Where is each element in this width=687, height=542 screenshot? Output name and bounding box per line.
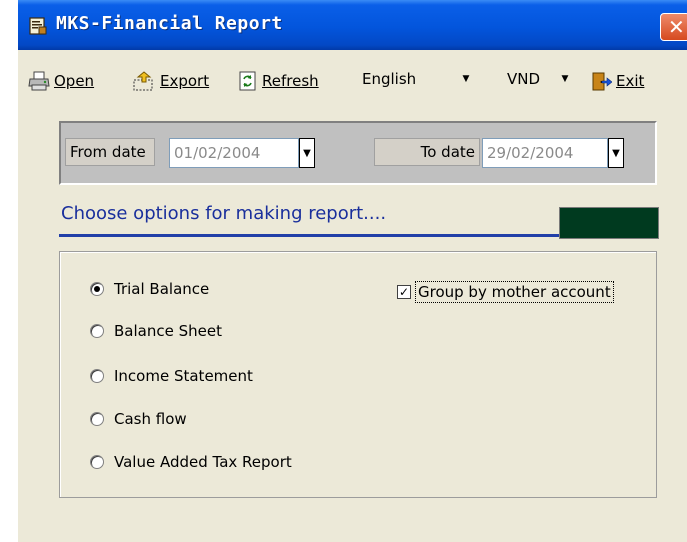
radio-button[interactable] — [90, 412, 104, 426]
radio-button[interactable] — [90, 369, 104, 383]
radio-balance-sheet[interactable]: Balance Sheet — [90, 319, 222, 343]
radio-label: Cash flow — [114, 410, 187, 428]
window-title: MKS-Financial Report — [56, 13, 283, 34]
refresh-icon — [239, 71, 256, 91]
chevron-down-icon: ▼ — [462, 74, 470, 84]
from-date-label: From date — [65, 138, 155, 166]
radio-label: Balance Sheet — [114, 322, 222, 340]
open-label: Open — [54, 72, 95, 90]
radio-button[interactable] — [90, 324, 104, 338]
refresh-label: Refresh — [262, 72, 319, 90]
chevron-down-icon: ▼ — [612, 147, 620, 159]
report-window: MKS-Financial Report ✕ Open Export Refre… — [18, 0, 687, 542]
export-label: Export — [160, 72, 210, 90]
refresh-button[interactable]: Refresh — [238, 69, 319, 93]
close-button[interactable]: ✕ — [660, 13, 687, 41]
chevron-down-icon: ▼ — [561, 74, 569, 84]
checkmark-icon[interactable]: ✓ — [397, 285, 411, 299]
printer-icon — [28, 71, 50, 91]
currency-select[interactable]: VND ▼ — [503, 65, 581, 93]
language-select[interactable]: English ▼ — [358, 65, 480, 93]
exit-button[interactable]: Exit — [590, 69, 644, 93]
radio-vat-report[interactable]: Value Added Tax Report — [90, 450, 292, 474]
open-button[interactable]: Open — [28, 69, 94, 93]
chevron-down-icon: ▼ — [303, 147, 311, 159]
from-date-field[interactable]: 01/02/2004 — [169, 138, 299, 168]
to-date-dropdown[interactable]: ▼ — [608, 138, 624, 168]
report-icon — [29, 17, 47, 35]
currency-value: VND — [507, 70, 541, 88]
radio-cash-flow[interactable]: Cash flow — [90, 407, 187, 431]
export-icon — [133, 71, 153, 91]
close-icon: ✕ — [668, 15, 685, 39]
radio-button[interactable] — [90, 282, 104, 296]
group-by-mother-account-checkbox[interactable]: ✓ Group by mother account — [397, 279, 614, 305]
radio-label: Income Statement — [114, 367, 253, 385]
export-button[interactable]: Export — [132, 69, 209, 93]
radio-income-statement[interactable]: Income Statement — [90, 364, 253, 388]
from-date-dropdown[interactable]: ▼ — [299, 138, 315, 168]
exit-label: Exit — [616, 72, 645, 90]
title-bar[interactable]: MKS-Financial Report ✕ — [18, 0, 687, 50]
date-range-panel: From date 01/02/2004 ▼ To date 29/02/200… — [59, 121, 657, 185]
to-date-label: To date — [374, 138, 480, 166]
checkbox-label: Group by mother account — [415, 281, 614, 303]
exit-door-icon — [592, 72, 612, 91]
radio-label: Trial Balance — [114, 280, 210, 298]
radio-label: Value Added Tax Report — [114, 453, 292, 471]
language-value: English — [362, 70, 417, 88]
options-heading: Choose options for making report.... — [61, 203, 387, 224]
radio-button[interactable] — [90, 455, 104, 469]
status-indicator — [559, 207, 659, 239]
to-date-field[interactable]: 29/02/2004 — [482, 138, 608, 168]
radio-trial-balance[interactable]: Trial Balance — [90, 277, 209, 301]
toolbar: Open Export Refresh English ▼ VND ▼ Exit — [18, 50, 687, 108]
